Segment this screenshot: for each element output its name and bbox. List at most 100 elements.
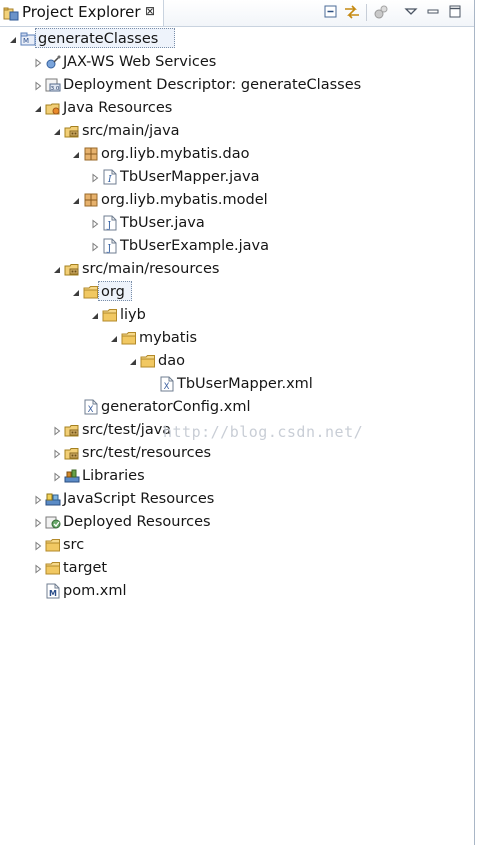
tree-item[interactable]: 3.0 Deployment Descriptor: generateClasse… xyxy=(0,74,470,96)
tree-item-label: dao xyxy=(158,353,185,369)
svg-text:I: I xyxy=(107,175,112,185)
folder-icon xyxy=(102,307,118,323)
link-with-editor-icon[interactable] xyxy=(343,3,361,21)
tree-item-label: TbUserMapper.xml xyxy=(177,376,313,392)
svg-text:J: J xyxy=(107,244,112,254)
tree-item[interactable]: src xyxy=(0,534,470,556)
tree-item-label: Deployed Resources xyxy=(63,514,211,530)
deployment-descriptor-icon: 3.0 xyxy=(45,77,61,93)
expanded-toggle-icon[interactable] xyxy=(33,102,43,112)
collapsed-toggle-icon[interactable] xyxy=(52,424,62,436)
tree-item[interactable]: J TbUserExample.java xyxy=(0,235,470,257)
close-view-icon[interactable]: ⊠ xyxy=(145,4,155,18)
collapsed-toggle-icon[interactable] xyxy=(33,56,43,68)
project-explorer-tab[interactable]: Project Explorer ⊠ xyxy=(0,0,164,26)
expanded-toggle-icon[interactable] xyxy=(71,148,81,158)
tree-item-label: generatorConfig.xml xyxy=(101,399,251,415)
tree-item-label: Deployment Descriptor: generateClasses xyxy=(63,77,362,93)
toolbar-separator xyxy=(366,4,367,21)
tree-item-label: JavaScript Resources xyxy=(63,491,215,507)
folder-icon xyxy=(140,353,156,369)
expanded-toggle-icon[interactable] xyxy=(52,125,62,135)
tree-item[interactable]: XgeneratorConfig.xml xyxy=(0,396,470,418)
tree-item[interactable]: Deployed Resources xyxy=(0,511,470,533)
tree-item-label: liyb xyxy=(120,307,146,323)
svg-text:X: X xyxy=(88,405,94,415)
collapsed-toggle-icon[interactable] xyxy=(52,470,62,482)
tree-item-label: src/test/java xyxy=(82,422,172,438)
tree-item[interactable]: JavaScript Resources xyxy=(0,488,470,510)
collapsed-toggle-icon[interactable] xyxy=(90,217,100,229)
tree-item-label: target xyxy=(63,560,108,576)
deployed-resources-icon xyxy=(45,514,61,530)
tree-item-label: src/test/resources xyxy=(82,445,212,461)
minimize-icon[interactable] xyxy=(424,3,442,21)
expanded-toggle-icon[interactable] xyxy=(52,263,62,273)
tree-item[interactable]: J TbUser.java xyxy=(0,212,470,234)
expanded-toggle-icon[interactable] xyxy=(90,309,100,319)
collapsed-toggle-icon[interactable] xyxy=(33,516,43,528)
tree-item[interactable]: org.liyb.mybatis.model xyxy=(0,189,470,211)
tree-item[interactable]: liyb xyxy=(0,304,470,326)
tree-item[interactable]: X TbUserMapper.xml xyxy=(0,373,470,395)
tree-item[interactable]: Java Resources xyxy=(0,97,470,119)
source-folder-icon xyxy=(64,261,80,277)
java-file-icon: J xyxy=(102,215,118,231)
focus-on-active-task-icon[interactable] xyxy=(373,3,391,21)
collapse-all-icon[interactable] xyxy=(322,3,340,21)
svg-text:X: X xyxy=(164,382,170,392)
tree-item[interactable]: dao xyxy=(0,350,470,372)
collapsed-toggle-icon[interactable] xyxy=(90,240,100,252)
view-tab-bar: Project Explorer ⊠ xyxy=(0,0,474,27)
tree-item-label: TbUserExample.java xyxy=(120,238,270,254)
svg-text:M: M xyxy=(49,589,57,598)
xml-file-icon: X xyxy=(83,399,99,415)
java-resources-icon xyxy=(45,100,61,116)
tree-item-label: Libraries xyxy=(82,468,145,484)
collapsed-toggle-icon[interactable] xyxy=(90,171,100,183)
libraries-icon xyxy=(64,468,80,484)
collapsed-toggle-icon[interactable] xyxy=(33,79,43,91)
package-icon xyxy=(83,192,99,208)
expanded-toggle-icon[interactable] xyxy=(71,194,81,204)
expanded-toggle-icon[interactable] xyxy=(71,286,81,296)
view-menu-chevron-down-icon[interactable] xyxy=(402,3,420,21)
tree-item[interactable]: org.liyb.mybatis.dao xyxy=(0,143,470,165)
maven-project-icon: M xyxy=(20,31,36,47)
tree-item[interactable]: org xyxy=(0,281,470,303)
svg-text:3.0: 3.0 xyxy=(51,86,60,92)
collapsed-toggle-icon[interactable] xyxy=(33,539,43,551)
java-file-icon: J xyxy=(102,238,118,254)
tree-item-label: src/main/resources xyxy=(82,261,220,277)
tree-item-label: org xyxy=(101,284,125,300)
expanded-toggle-icon[interactable] xyxy=(8,33,18,43)
collapsed-toggle-icon[interactable] xyxy=(33,562,43,574)
tree-item[interactable]: target xyxy=(0,557,470,579)
tree-item-label: org.liyb.mybatis.dao xyxy=(101,146,250,162)
web-services-icon xyxy=(45,54,61,70)
maximize-icon[interactable] xyxy=(446,3,464,21)
tree-item-label: org.liyb.mybatis.model xyxy=(101,192,268,208)
tree-item[interactable]: src/test/resources xyxy=(0,442,470,464)
tree-item[interactable]: MgenerateClasses xyxy=(0,28,470,50)
tree-item[interactable]: Libraries xyxy=(0,465,470,487)
tree-item[interactable]: mybatis xyxy=(0,327,470,349)
expanded-toggle-icon[interactable] xyxy=(109,332,119,342)
tree-item-label: TbUser.java xyxy=(120,215,205,231)
svg-text:M: M xyxy=(23,37,29,45)
tree-item[interactable]: I TbUserMapper.java xyxy=(0,166,470,188)
expanded-toggle-icon[interactable] xyxy=(128,355,138,365)
tree-item[interactable]: JAX-WS Web Services xyxy=(0,51,470,73)
java-interface-file-icon: I xyxy=(102,169,118,185)
tree-item[interactable]: src/main/resources xyxy=(0,258,470,280)
collapsed-toggle-icon[interactable] xyxy=(52,447,62,459)
tree-item[interactable]: Mpom.xml xyxy=(0,580,470,602)
collapsed-toggle-icon[interactable] xyxy=(33,493,43,505)
tree-item-label: JAX-WS Web Services xyxy=(63,54,217,70)
tree-item-label: generateClasses xyxy=(38,31,159,47)
tree-item-label: mybatis xyxy=(139,330,198,346)
project-explorer-icon xyxy=(3,5,19,21)
tree-item-label: src xyxy=(63,537,85,553)
source-folder-icon xyxy=(64,445,80,461)
tree-item[interactable]: src/main/java xyxy=(0,120,470,142)
